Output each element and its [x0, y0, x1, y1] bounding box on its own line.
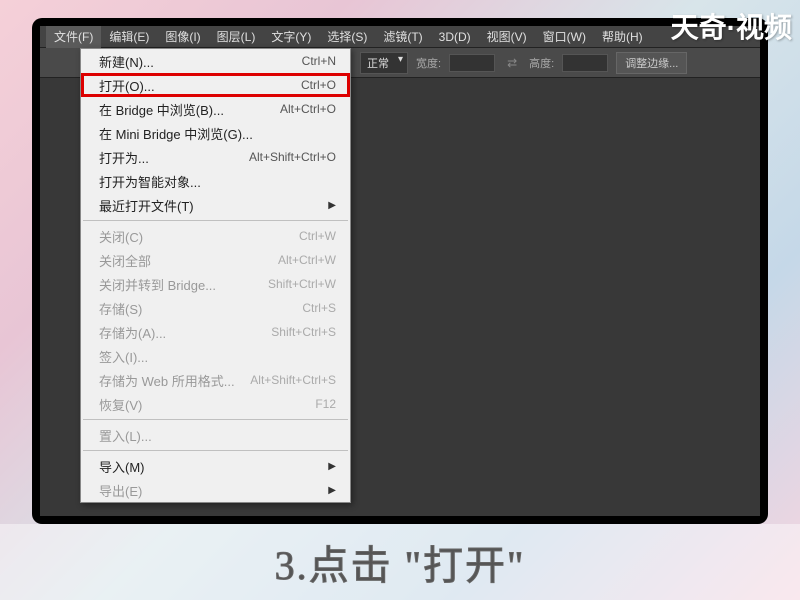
menubar-item[interactable]: 选择(S) [319, 26, 375, 48]
menu-item[interactable]: 导入(M) ▶ [81, 454, 350, 478]
menu-item-label: 在 Bridge 中浏览(B)... [99, 100, 224, 119]
menu-item-label: 存储为(A)... [99, 323, 166, 342]
menu-item-label: 存储为 Web 所用格式... [99, 371, 235, 390]
adjust-edges-button[interactable]: 调整边缘... [616, 52, 687, 74]
menu-item-label: 关闭全部 [99, 251, 151, 270]
menu-item-shortcut: Ctrl+N [302, 54, 336, 68]
menu-item: 恢复(V) F12 [81, 392, 350, 416]
menu-item-label: 存储(S) [99, 299, 142, 318]
menu-item-label: 最近打开文件(T) [99, 196, 194, 215]
menubar-item[interactable]: 窗口(W) [535, 26, 594, 48]
app-screen: 文件(F)编辑(E)图像(I)图层(L)文字(Y)选择(S)滤镜(T)3D(D)… [40, 26, 760, 516]
menu-separator [83, 419, 348, 420]
menu-item-shortcut: Alt+Shift+Ctrl+S [250, 373, 336, 387]
menu-item-label: 打开为智能对象... [99, 172, 201, 191]
swap-icon[interactable]: ⇄ [503, 56, 521, 70]
menu-separator [83, 450, 348, 451]
menu-item-label: 打开(O)... [99, 76, 155, 95]
menubar-item[interactable]: 文件(F) [46, 26, 101, 48]
menu-separator [83, 220, 348, 221]
height-label: 高度: [529, 55, 554, 71]
blend-mode-select[interactable]: 正常 [360, 52, 408, 74]
submenu-arrow-icon: ▶ [328, 461, 336, 472]
menu-item-shortcut: Ctrl+S [302, 301, 336, 315]
menu-item-shortcut: Ctrl+O [301, 78, 336, 92]
menu-item: 签入(I)... [81, 344, 350, 368]
menubar-item[interactable]: 帮助(H) [594, 26, 651, 48]
menu-item[interactable]: 打开为... Alt+Shift+Ctrl+O [81, 145, 350, 169]
menu-item[interactable]: 打开(O)... Ctrl+O [81, 73, 350, 97]
menu-item-shortcut: Shift+Ctrl+S [271, 325, 336, 339]
menu-item-shortcut: Alt+Ctrl+O [280, 102, 336, 116]
menu-item-label: 导出(E) [99, 481, 142, 500]
submenu-arrow-icon: ▶ [328, 485, 336, 496]
menu-item-label: 关闭并转到 Bridge... [99, 275, 216, 294]
menu-item[interactable]: 在 Mini Bridge 中浏览(G)... [81, 121, 350, 145]
menu-item: 关闭并转到 Bridge... Shift+Ctrl+W [81, 272, 350, 296]
menubar-item[interactable]: 图像(I) [157, 26, 208, 48]
menu-item-shortcut: Alt+Shift+Ctrl+O [249, 150, 336, 164]
menu-item-label: 导入(M) [99, 457, 145, 476]
menu-item: 存储为(A)... Shift+Ctrl+S [81, 320, 350, 344]
monitor-frame: 文件(F)编辑(E)图像(I)图层(L)文字(Y)选择(S)滤镜(T)3D(D)… [32, 18, 768, 524]
menu-item: 导出(E) ▶ [81, 478, 350, 502]
file-menu-dropdown: 新建(N)... Ctrl+N 打开(O)... Ctrl+O 在 Bridge 中浏览… [80, 48, 351, 503]
menu-item-label: 签入(I)... [99, 347, 148, 366]
menubar-item[interactable]: 滤镜(T) [375, 26, 430, 48]
menu-item: 置入(L)... [81, 423, 350, 447]
menu-item-label: 恢复(V) [99, 395, 142, 414]
menubar-item[interactable]: 编辑(E) [101, 26, 157, 48]
menu-item-label: 关闭(C) [99, 227, 143, 246]
menu-item: 关闭(C) Ctrl+W [81, 224, 350, 248]
menu-item[interactable]: 新建(N)... Ctrl+N [81, 49, 350, 73]
step-caption: 3.点击 "打开" [275, 533, 526, 591]
menu-item-label: 置入(L)... [99, 426, 152, 445]
menubar-item[interactable]: 3D(D) [431, 27, 479, 47]
menubar-item[interactable]: 图层(L) [209, 26, 264, 48]
menu-item: 存储(S) Ctrl+S [81, 296, 350, 320]
menu-item[interactable]: 最近打开文件(T) ▶ [81, 193, 350, 217]
menu-item[interactable]: 打开为智能对象... [81, 169, 350, 193]
width-label: 宽度: [416, 55, 441, 71]
menu-item-shortcut: Ctrl+W [299, 229, 336, 243]
menu-item: 存储为 Web 所用格式... Alt+Shift+Ctrl+S [81, 368, 350, 392]
watermark-text: 天奇·视频 [671, 6, 792, 46]
menu-item-shortcut: Shift+Ctrl+W [268, 277, 336, 291]
menu-item-label: 在 Mini Bridge 中浏览(G)... [99, 124, 253, 143]
width-input[interactable] [449, 54, 495, 72]
menu-item: 关闭全部 Alt+Ctrl+W [81, 248, 350, 272]
menubar-item[interactable]: 文字(Y) [263, 26, 319, 48]
menu-item[interactable]: 在 Bridge 中浏览(B)... Alt+Ctrl+O [81, 97, 350, 121]
menubar: 文件(F)编辑(E)图像(I)图层(L)文字(Y)选择(S)滤镜(T)3D(D)… [40, 26, 760, 48]
submenu-arrow-icon: ▶ [328, 200, 336, 211]
menu-item-label: 打开为... [99, 148, 149, 167]
height-input[interactable] [562, 54, 608, 72]
menu-item-label: 新建(N)... [99, 52, 154, 71]
menu-item-shortcut: Alt+Ctrl+W [278, 253, 336, 267]
caption-bar: 3.点击 "打开" [0, 524, 800, 600]
menubar-item[interactable]: 视图(V) [479, 26, 535, 48]
menu-item-shortcut: F12 [315, 397, 336, 411]
